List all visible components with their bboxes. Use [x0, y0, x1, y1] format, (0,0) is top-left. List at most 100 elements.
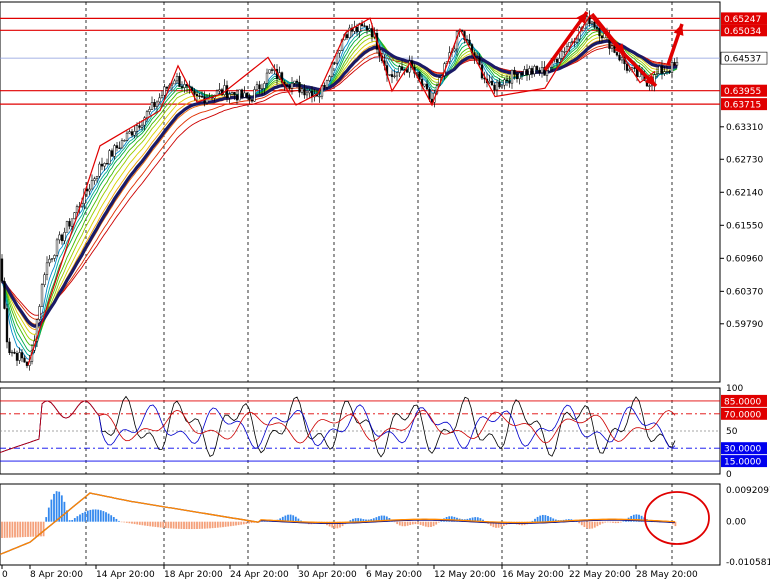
histogram-bar — [406, 521, 409, 526]
candle-body — [165, 86, 169, 89]
histogram-bar — [123, 521, 126, 523]
y-tick-label: 0.60370 — [726, 287, 763, 297]
histogram-bar — [94, 509, 97, 522]
candle[interactable] — [5, 303, 9, 349]
histogram-bar — [214, 521, 217, 528]
histogram-bar — [19, 521, 22, 538]
histogram-bar — [118, 520, 120, 522]
histogram-bar — [55, 491, 58, 522]
candle-body — [505, 79, 509, 82]
candle-body — [110, 150, 114, 157]
histogram-bar — [112, 517, 115, 522]
candle-body — [60, 234, 64, 242]
candle[interactable] — [658, 65, 661, 75]
x-tick-label: 28 May 20:00 — [636, 570, 698, 580]
histogram-bar — [76, 516, 79, 522]
candle-body — [453, 48, 456, 52]
candle-body — [180, 86, 184, 88]
histogram-bar — [21, 521, 24, 538]
candle-body — [390, 74, 394, 77]
price-panel[interactable] — [0, 1, 721, 383]
histogram-bar — [92, 509, 94, 522]
candle-body — [158, 97, 161, 103]
candle-body — [500, 84, 504, 88]
candle-body — [265, 72, 269, 84]
x-tick-label: 30 Apr 20:00 — [298, 570, 357, 580]
candle-body — [293, 80, 296, 84]
histogram-bar — [601, 521, 604, 524]
candle-body — [298, 82, 301, 93]
histogram-bar — [539, 515, 542, 522]
oscillator-level-tag: 15.0000 — [721, 455, 767, 468]
candle-body — [18, 352, 21, 361]
histogram-bar — [133, 521, 136, 525]
candle-body — [183, 84, 186, 88]
candle-body — [290, 83, 294, 89]
oscillator-panel[interactable] — [0, 387, 721, 475]
y-tick-label: 0.62730 — [726, 155, 763, 165]
histogram-bar — [190, 521, 193, 530]
candle-body — [365, 25, 369, 31]
candle-body — [45, 262, 49, 275]
x-tick-label: 8 Apr 20:00 — [30, 570, 83, 580]
histogram-bar — [164, 521, 167, 529]
x-tick-label: 22 May 20:00 — [569, 570, 631, 580]
histogram-panel[interactable] — [0, 483, 721, 566]
candle-body — [8, 341, 11, 353]
candle-body — [503, 79, 506, 86]
candle-body — [478, 57, 481, 66]
level-tag-label: 0.65034 — [724, 27, 761, 37]
histogram-bar — [102, 511, 105, 522]
histogram-bar — [586, 521, 588, 529]
candle-body — [425, 83, 429, 90]
histogram-bar — [170, 521, 172, 529]
candle[interactable] — [40, 283, 44, 307]
candle-body — [308, 90, 311, 94]
oscillator-level-tag: 85.0000 — [721, 394, 767, 407]
candle-body — [130, 131, 134, 136]
histogram-bar — [68, 520, 71, 522]
candle-body — [15, 353, 19, 361]
candle-body — [648, 85, 651, 87]
candle-body — [118, 147, 121, 149]
candle[interactable] — [108, 149, 111, 165]
histogram-tick-label: -0.010581 — [726, 558, 770, 568]
candle-body — [398, 66, 401, 73]
histogram-bar — [427, 521, 430, 528]
candle-body — [163, 86, 166, 96]
candle-body — [518, 72, 521, 80]
histogram-bar — [541, 514, 544, 522]
candle-body — [170, 83, 174, 86]
histogram-bar — [1, 521, 3, 538]
candle[interactable] — [43, 272, 46, 288]
candle[interactable] — [38, 304, 41, 322]
histogram-bar — [27, 521, 29, 537]
histogram-bar — [198, 521, 201, 529]
candle[interactable] — [238, 89, 241, 101]
candle[interactable] — [65, 220, 69, 233]
histogram-bar — [357, 518, 360, 522]
histogram-bar — [149, 521, 152, 527]
histogram-bar — [177, 521, 180, 529]
histogram-bar — [227, 521, 230, 527]
candle-body — [370, 28, 374, 38]
histogram-bar — [86, 510, 89, 522]
histogram-bar — [401, 521, 404, 527]
candle-body — [243, 92, 246, 98]
histogram-bar — [105, 512, 107, 522]
x-tick-label: 12 May 20:00 — [434, 570, 496, 580]
candle-body — [668, 71, 671, 73]
candle[interactable] — [55, 237, 59, 258]
candle[interactable] — [3, 277, 6, 310]
candle[interactable] — [98, 161, 101, 179]
candle[interactable] — [268, 69, 271, 74]
candle-body — [465, 39, 469, 41]
candle-body — [125, 132, 129, 141]
histogram-bar — [138, 521, 141, 525]
candle-body — [270, 69, 274, 71]
level-price-tag: 0.65034 — [721, 24, 767, 37]
chart-canvas[interactable]: 0.63310 0.62730 0.62140 0.61550 0.60960 0.603… — [0, 0, 770, 580]
candle-body — [328, 76, 331, 81]
candle[interactable] — [73, 211, 76, 220]
current-price-tag: 0.64537 — [720, 51, 768, 65]
